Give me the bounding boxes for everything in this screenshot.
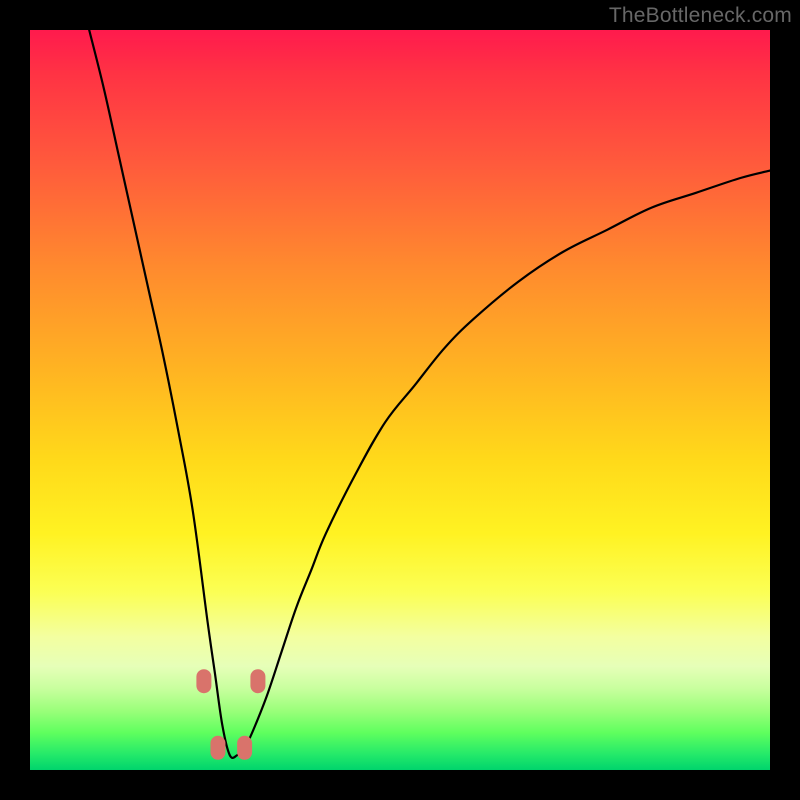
trough-marker	[210, 736, 225, 760]
plot-area	[30, 30, 770, 770]
trough-marker	[237, 736, 252, 760]
chart-frame: TheBottleneck.com	[0, 0, 800, 800]
trough-marker	[196, 669, 211, 693]
curve-layer	[30, 30, 770, 770]
watermark-text: TheBottleneck.com	[609, 4, 792, 28]
trough-marker	[250, 669, 265, 693]
bottleneck-curve	[89, 30, 770, 758]
trough-markers	[196, 669, 265, 760]
